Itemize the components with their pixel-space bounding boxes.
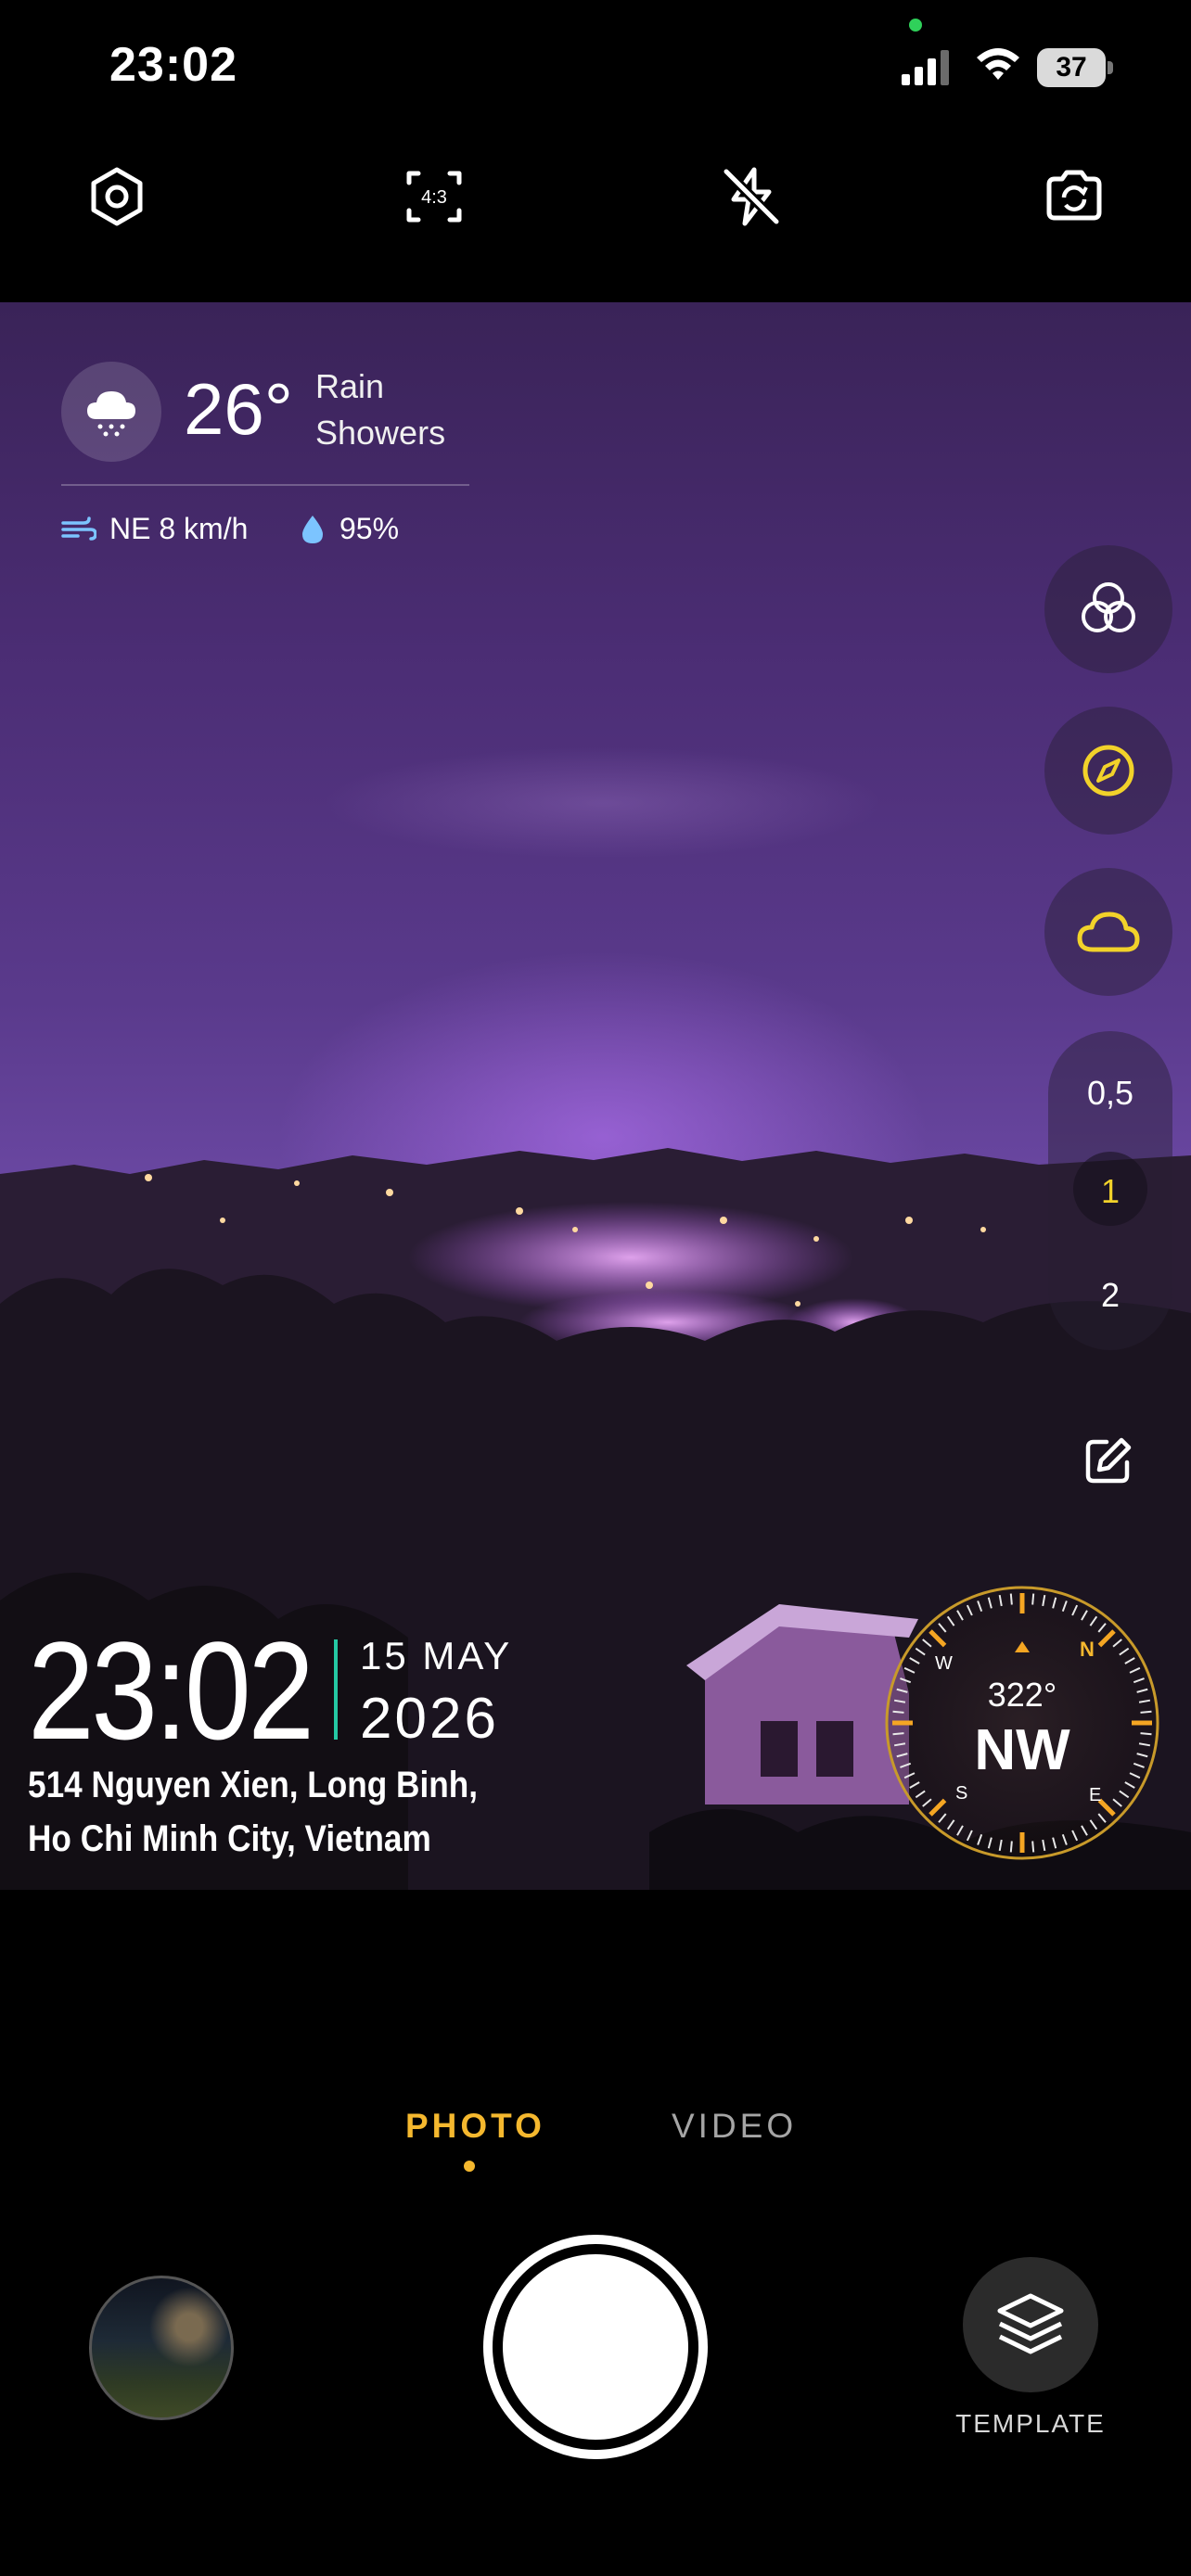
overlay-date: 15 MAY	[360, 1634, 513, 1677]
compass-tick	[1031, 1841, 1035, 1853]
battery-indicator: 37	[1037, 48, 1113, 87]
mode-video[interactable]: VIDEO	[672, 2107, 797, 2146]
flash-toggle-button[interactable]	[714, 159, 788, 234]
filters-button[interactable]	[1044, 545, 1172, 673]
mode-photo[interactable]: PHOTO	[405, 2107, 545, 2146]
flash-off-icon	[723, 167, 780, 226]
svg-text:4:3: 4:3	[421, 187, 447, 208]
compass-cardinal-s: S	[955, 1783, 967, 1804]
edit-icon	[1085, 1437, 1132, 1484]
overlay-divider	[334, 1639, 338, 1740]
cloud-icon	[1077, 912, 1140, 952]
flip-camera-button[interactable]	[1037, 159, 1111, 234]
temperature: 26°	[184, 368, 293, 450]
aspect-ratio-icon: 4:3	[406, 171, 462, 223]
zoom-2-button[interactable]: 2	[1048, 1276, 1172, 1315]
compass-direction: NW	[974, 1718, 1070, 1782]
rain-cloud-icon	[87, 391, 135, 437]
overlay-address: 514 Nguyen Xien, Long Binh, Ho Chi Minh …	[28, 1765, 479, 1859]
compass-tick	[1140, 1732, 1152, 1736]
weather-icon-badge	[61, 362, 161, 462]
water-drop-icon	[302, 515, 323, 543]
compass-degrees: 322°	[988, 1676, 1057, 1714]
wind-icon	[61, 516, 96, 541]
compass-tick	[1009, 1593, 1013, 1605]
compass-cardinal-e: E	[1089, 1785, 1101, 1805]
compass-tick	[1031, 1593, 1035, 1605]
humidity-info: 95%	[299, 512, 399, 546]
status-bar-time: 23:02	[109, 38, 237, 92]
compass-icon	[1082, 745, 1134, 797]
mode-active-indicator	[464, 2161, 475, 2172]
battery-level: 37	[1037, 48, 1106, 87]
wind-info: NE 8 km/h	[61, 512, 248, 546]
overlay-time: 23:02	[28, 1613, 314, 1768]
weather-toggle-button[interactable]	[1044, 868, 1172, 996]
flip-camera-icon	[1046, 170, 1102, 221]
compass-tick	[1009, 1841, 1013, 1853]
camera-in-use-indicator	[909, 19, 922, 32]
template-label: TEMPLATE	[955, 2409, 1106, 2438]
weather-condition: Rain Showers	[315, 367, 446, 452]
compass-tick	[892, 1710, 904, 1714]
aspect-ratio-button[interactable]: 4:3	[397, 159, 471, 234]
edit-overlay-button[interactable]	[1044, 1396, 1172, 1524]
compass-cardinal-n: N	[1080, 1638, 1095, 1661]
wifi-icon	[977, 48, 1019, 80]
layers-icon	[997, 2293, 1064, 2354]
compass-cardinal-w: W	[935, 1653, 953, 1674]
zoom-1-button[interactable]: 1	[1048, 1172, 1172, 1211]
filters-circles-icon	[1082, 582, 1135, 632]
overlay-year: 2026	[360, 1687, 499, 1751]
zoom-0-5-button[interactable]: 0,5	[1048, 1074, 1172, 1113]
shutter-button[interactable]	[483, 2235, 708, 2459]
zoom-selector: 0,5 1 2	[1048, 1031, 1172, 1350]
compass-tick	[1140, 1710, 1152, 1714]
compass-widget: N E S W 322° NW	[885, 1586, 1159, 1860]
cellular-signal-icon	[902, 50, 949, 85]
wind-text: NE 8 km/h	[109, 512, 249, 545]
weather-divider	[61, 484, 469, 486]
camera-viewfinder[interactable]: 26° Rain Showers NE 8 km/h 95% 0,5 1 2 2…	[0, 302, 1191, 1890]
template-button[interactable]	[963, 2257, 1098, 2392]
humidity-text: 95%	[339, 512, 400, 545]
gallery-thumbnail[interactable]	[89, 2276, 234, 2420]
settings-hex-icon	[91, 167, 143, 226]
compass-toggle-button[interactable]	[1044, 707, 1172, 835]
settings-button[interactable]	[80, 159, 154, 234]
compass-tick	[892, 1732, 904, 1736]
